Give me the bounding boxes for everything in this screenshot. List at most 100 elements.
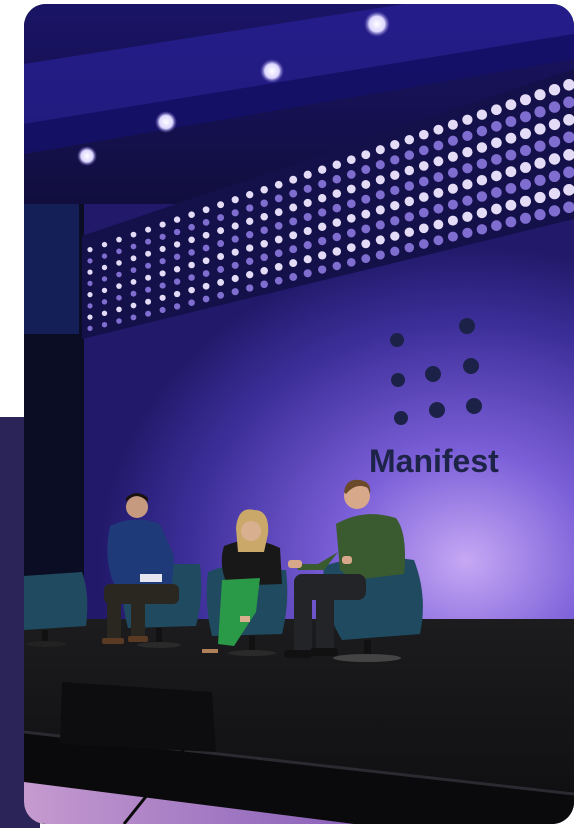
led-dot (101, 264, 108, 271)
led-dot (404, 227, 415, 237)
led-dot (375, 220, 385, 230)
led-dot (491, 170, 502, 182)
led-dot (159, 221, 166, 228)
led-dot (231, 209, 239, 217)
led-dot (188, 211, 195, 218)
led-dot (433, 219, 444, 230)
led-dot (534, 157, 546, 169)
led-dot (548, 170, 561, 182)
led-dot (87, 258, 93, 264)
led-dot (534, 106, 546, 118)
led-dot (231, 235, 239, 243)
led-dot (505, 166, 517, 178)
led-dot (332, 232, 342, 242)
led-dot (202, 231, 210, 239)
led-dot (159, 270, 166, 277)
led-dot (318, 222, 327, 231)
led-dot (202, 244, 210, 252)
led-dot (101, 310, 108, 316)
led-dot (418, 207, 429, 218)
led-dot (462, 130, 473, 142)
led-dot (447, 151, 458, 162)
led-dot (476, 158, 488, 170)
led-dot (390, 185, 400, 196)
led-dot (202, 270, 210, 277)
led-dot (519, 144, 532, 157)
led-dot (274, 180, 283, 189)
led-dot (476, 125, 488, 137)
led-dot (361, 224, 371, 234)
led-dot (159, 294, 166, 301)
led-dot (303, 212, 312, 222)
led-dot (548, 101, 561, 113)
led-dot (505, 199, 517, 211)
led-dot (361, 165, 371, 174)
led-dot (491, 137, 502, 149)
led-dot (418, 176, 429, 187)
led-dot (116, 260, 122, 266)
led-dot (188, 223, 195, 231)
led-dot (447, 183, 458, 194)
led-dot (332, 247, 342, 256)
led-dot (534, 208, 546, 221)
led-dot (548, 153, 561, 165)
led-dot (231, 288, 239, 296)
led-dot (491, 203, 502, 215)
led-dot (145, 310, 152, 317)
led-dot (404, 212, 415, 222)
led-dot (217, 201, 225, 209)
led-dot (130, 290, 137, 297)
led-dot (246, 217, 254, 225)
led-dot (130, 231, 137, 238)
led-dot (289, 231, 298, 240)
stage-monitor (60, 682, 216, 752)
led-dot (130, 302, 137, 309)
led-dot (361, 194, 371, 204)
led-dot (260, 185, 268, 194)
led-dot (246, 204, 254, 212)
led-dot (447, 231, 458, 242)
led-dot (462, 179, 473, 190)
led-dot (318, 236, 327, 246)
led-dot (505, 149, 517, 161)
led-dot (390, 155, 400, 165)
led-dot (116, 248, 122, 255)
led-dot (476, 224, 488, 235)
led-dot (332, 261, 342, 271)
led-dot (188, 286, 195, 294)
led-dot (447, 135, 458, 146)
led-dot (462, 163, 473, 174)
led-dot (433, 235, 444, 246)
led-dot (145, 286, 152, 293)
led-dot (260, 240, 268, 248)
led-dot (274, 235, 283, 244)
led-dot (346, 199, 356, 209)
event-photo: Manifest (24, 4, 574, 824)
led-dot (375, 175, 385, 185)
led-dot (116, 306, 122, 313)
led-dot (87, 292, 93, 298)
led-dot (101, 241, 108, 248)
led-dot (303, 241, 312, 250)
led-dot (116, 318, 122, 324)
led-dot (202, 219, 210, 226)
led-dot (173, 290, 181, 298)
led-dot (346, 228, 356, 238)
led-dot (116, 271, 122, 278)
led-dot (260, 253, 268, 262)
logo-wordmark: Manifest (369, 443, 499, 479)
led-dot (145, 226, 152, 233)
led-dot (130, 267, 137, 273)
led-dot (173, 253, 181, 260)
led-dot (418, 192, 429, 202)
led-dot (101, 299, 108, 305)
led-dot (188, 261, 195, 269)
led-dot (289, 189, 298, 198)
led-dot (390, 231, 400, 241)
led-dot (332, 174, 342, 184)
led-dot (289, 175, 298, 184)
led-dot (433, 203, 444, 214)
led-dot (404, 150, 415, 160)
led-dot (217, 265, 225, 273)
led-dot (346, 213, 356, 223)
